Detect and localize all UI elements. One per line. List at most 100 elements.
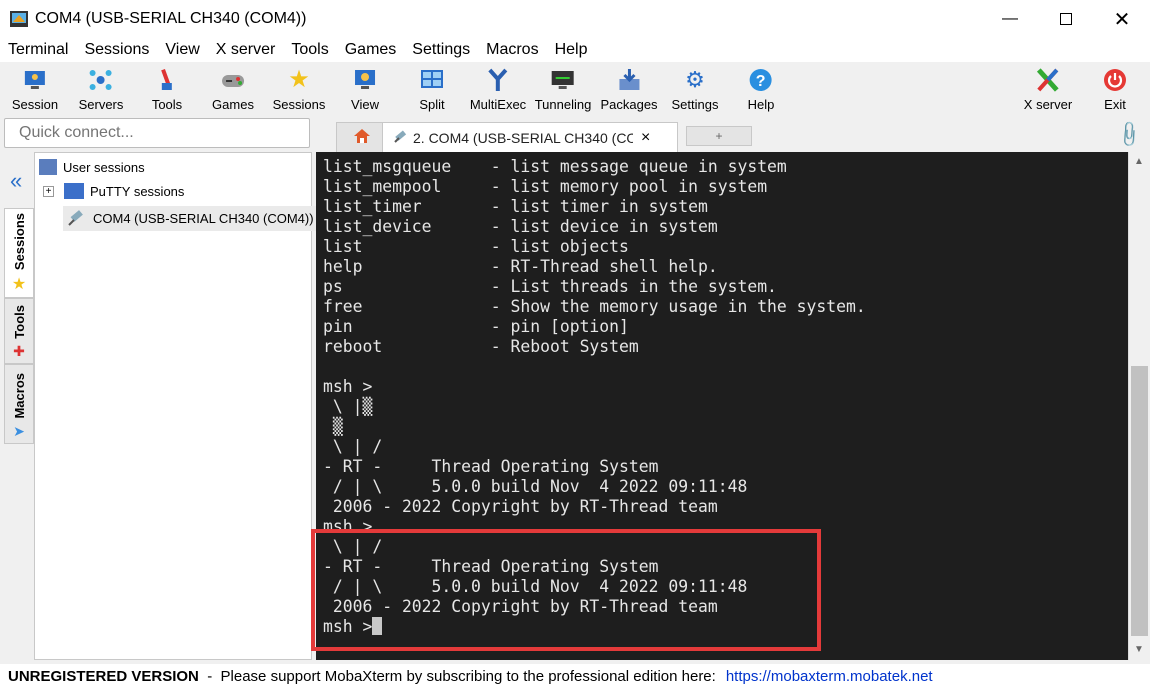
menu-view[interactable]: View [157,41,207,59]
sidebar-tab-tools[interactable]: Tools ✚ [4,298,34,364]
tab-bar: 2. COM4 (USB-SERIAL CH340 (COM × + 📎 [316,118,1150,152]
tools-icon: ✚ [13,342,25,359]
multiexec-icon [485,67,511,93]
add-tab-icon: + [715,129,723,143]
terminal-line: ps - List threads in the system. [323,277,777,296]
terminal-line: reboot - Reboot System [323,337,639,356]
terminal-line: / | \ 5.0.0 build Nov 4 2022 09:11:48 [323,477,748,496]
tree-node-com4[interactable]: COM4 (USB-SERIAL CH340 (COM4)) [63,206,318,231]
menu-bar: Terminal Sessions View X server Tools Ga… [0,38,1150,62]
star-icon: ★ [11,276,27,294]
terminal-line: pin - pin [option] [323,317,629,336]
terminal-line: list - list objects [323,237,629,256]
status-bar: UNREGISTERED VERSION - Please support Mo… [0,664,1150,689]
terminal-line: msh > [323,377,373,396]
terminal-scrollbar[interactable]: ▲ ▼ [1128,152,1150,660]
tab-close-icon[interactable]: × [641,129,650,147]
tunneling-button[interactable]: Tunneling [535,62,591,116]
terminal-line: 2006 - 2022 Copyright by RT-Thread team [323,597,718,616]
settings-button[interactable]: ⚙ Settings [672,62,719,116]
serial-plug-icon [67,208,87,229]
mobatek-link[interactable]: https://mobaxterm.mobatek.net [726,668,933,685]
toolbar: Session Servers Tools Games ★ Sessions V… [0,62,1150,116]
minimize-button[interactable]: — [982,0,1038,38]
terminal-prompt: msh > [323,617,373,636]
tunneling-icon [550,67,576,93]
gears-icon: ⚙ [685,67,705,92]
tools-button[interactable]: Tools [152,62,182,116]
servers-icon [88,67,114,93]
menu-macros[interactable]: Macros [478,41,546,59]
packages-icon [616,67,642,93]
collapse-sidebar-icon[interactable]: « [10,168,22,194]
terminal-prompt-line: msh > [323,617,866,637]
maximize-button[interactable] [1038,0,1094,38]
terminal-line: list_mempool - list memory pool in syste… [323,177,768,196]
menu-x-server[interactable]: X server [208,41,284,59]
close-button[interactable]: ✕ [1094,0,1150,38]
scroll-thumb[interactable] [1131,366,1148,636]
putty-icon [64,183,84,199]
expand-icon[interactable]: + [43,185,54,197]
split-icon [419,67,445,93]
terminal-line: list_device - list device in system [323,217,718,236]
sidebar-tab-strip: « Sessions ★ Tools ✚ Macros ➤ [4,152,34,660]
terminal-line: - RT - Thread Operating System [323,557,659,576]
unregistered-label: UNREGISTERED VERSION [8,668,199,685]
power-icon [1102,67,1128,93]
tab-com4-session[interactable]: 2. COM4 (USB-SERIAL CH340 (COM × [382,122,678,152]
new-tab-button[interactable]: + [686,126,752,146]
sidebar-tab-sessions[interactable]: Sessions ★ [4,208,34,298]
sidebar-tab-macros[interactable]: Macros ➤ [4,364,34,444]
menu-terminal[interactable]: Terminal [0,41,76,59]
help-button[interactable]: ? Help [748,62,774,116]
multiexec-button[interactable]: MultiExec [470,62,526,116]
terminal-line: list_timer - list timer in system [323,197,708,216]
menu-settings[interactable]: Settings [404,41,478,59]
servers-button[interactable]: Servers [79,62,123,116]
terminal-line: 2006 - 2022 Copyright by RT-Thread team [323,497,718,516]
terminal-line: - RT - Thread Operating System [323,457,659,476]
quick-connect-input[interactable] [4,118,310,148]
tree-node-user-sessions[interactable]: User sessions [39,159,145,175]
status-message: - Please support MobaXterm by subscribin… [198,668,716,685]
window-title: COM4 (USB-SERIAL CH340 (COM4)) [35,10,307,27]
scroll-down-arrow[interactable]: ▼ [1134,644,1144,655]
packages-button[interactable]: Packages [600,62,658,116]
serial-plug-icon [393,128,409,147]
sessions-button[interactable]: ★ Sessions [273,62,326,116]
gamepad-icon [220,67,246,93]
terminal-text: list_msgqueue - list message queue in sy… [323,157,866,637]
xserver-button[interactable]: X server [1024,62,1072,116]
terminal-line: help - RT-Thread shell help. [323,257,718,276]
view-button[interactable]: View [351,62,379,116]
split-button[interactable]: Split [419,62,445,116]
terminal-output[interactable]: list_msgqueue - list message queue in sy… [316,152,1128,660]
user-icon [39,159,57,175]
monitor-user-icon [22,67,48,93]
scroll-up-arrow[interactable]: ▲ [1134,156,1144,167]
tree-node-putty-sessions[interactable]: + PuTTY sessions [43,183,184,199]
games-button[interactable]: Games [212,62,254,116]
menu-help[interactable]: Help [547,41,596,59]
menu-sessions[interactable]: Sessions [76,41,157,59]
terminal-line: \ |▒ [323,397,373,416]
send-icon: ➤ [13,422,25,439]
close-icon: ✕ [1113,8,1131,31]
menu-games[interactable]: Games [337,41,405,59]
home-icon [353,128,371,147]
menu-tools[interactable]: Tools [283,41,336,59]
exit-button[interactable]: Exit [1102,62,1128,116]
maximize-icon [1060,13,1072,25]
session-button[interactable]: Session [12,62,58,116]
terminal-cursor [372,617,383,635]
x-server-icon [1035,67,1061,93]
terminal-line: msh > [323,517,373,536]
session-tree: User sessions + PuTTY sessions COM4 (USB… [34,152,318,660]
tools-icon [154,67,180,93]
paperclip-icon[interactable]: 📎 [1113,119,1144,150]
help-icon: ? [748,67,774,93]
terminal-line: free - Show the memory usage in the syst… [323,297,866,316]
app-window: COM4 (USB-SERIAL CH340 (COM4)) — ✕ Termi… [0,0,1150,689]
minimize-icon: — [1002,10,1018,27]
